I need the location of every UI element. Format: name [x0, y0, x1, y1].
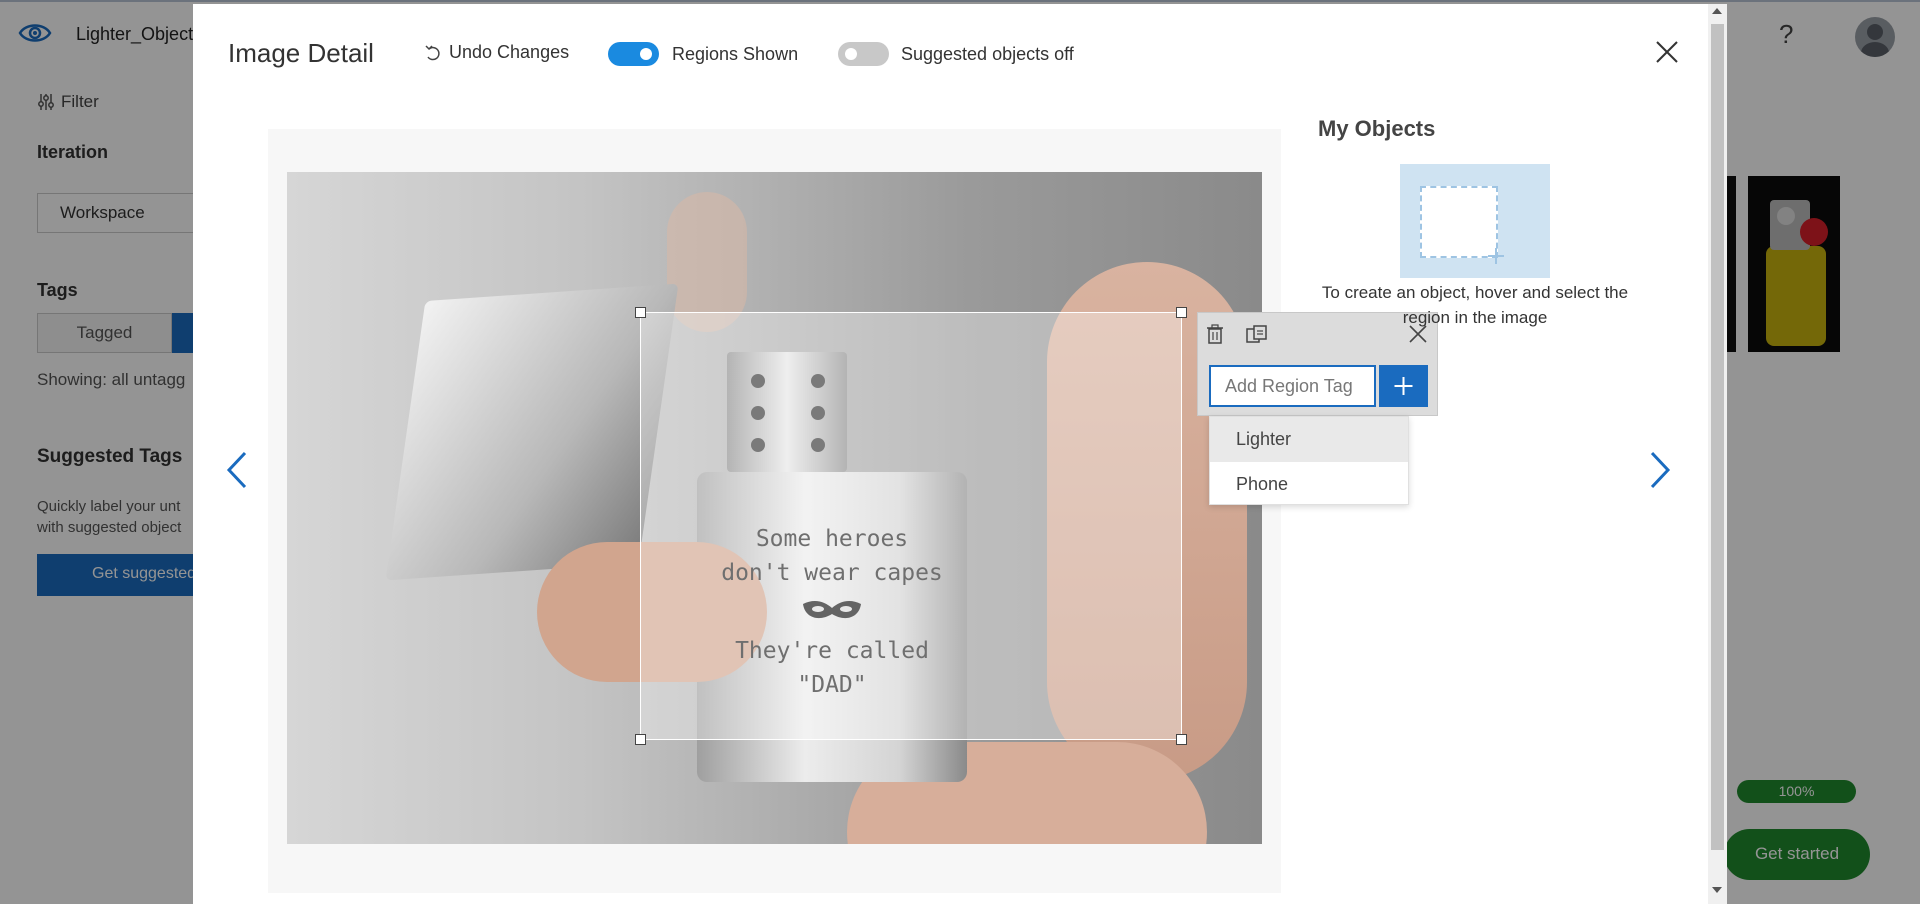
resize-handle-top-left[interactable] — [635, 307, 646, 318]
add-region-tag-input[interactable] — [1209, 365, 1376, 407]
delete-icon[interactable] — [1206, 324, 1224, 344]
tag-option-lighter[interactable]: Lighter — [1210, 417, 1408, 462]
suggested-objects-label: Suggested objects off — [901, 44, 1074, 64]
resize-handle-bottom-left[interactable] — [635, 734, 646, 745]
image-lighter-lid — [385, 283, 679, 581]
undo-label: Undo Changes — [449, 42, 570, 62]
image-detail-dialog: Image Detail Undo Changes Regions Shown … — [193, 4, 1727, 904]
plus-icon — [1394, 377, 1413, 395]
undo-icon — [425, 44, 440, 60]
regions-shown-label: Regions Shown — [672, 44, 799, 64]
chevron-right-icon[interactable] — [1646, 450, 1674, 490]
create-object-placeholder — [1400, 164, 1550, 278]
add-tag-button[interactable] — [1379, 365, 1428, 407]
suggested-objects-toggle[interactable] — [838, 42, 889, 66]
resize-handle-top-right[interactable] — [1176, 307, 1187, 318]
regions-shown-toggle[interactable] — [608, 42, 659, 66]
my-objects-title: My Objects — [1318, 116, 1436, 141]
image-background-blur — [667, 192, 747, 332]
dialog-scrollbar[interactable] — [1708, 4, 1727, 904]
toggle-knob — [640, 48, 652, 60]
dialog-title: Image Detail — [228, 38, 374, 68]
selected-region[interactable] — [635, 307, 1187, 745]
tag-option-phone[interactable]: Phone — [1210, 462, 1408, 507]
chevron-left-icon[interactable] — [223, 450, 251, 490]
create-object-hint: To create an object, hover and select th… — [1321, 283, 1629, 327]
undo-changes-button[interactable]: Undo Changes — [425, 42, 569, 63]
scroll-down-arrow[interactable] — [1712, 887, 1722, 893]
plus-icon — [1488, 248, 1504, 264]
toggle-knob — [845, 48, 857, 60]
close-icon[interactable] — [1655, 40, 1679, 64]
scrollbar-thumb[interactable] — [1711, 24, 1724, 850]
tag-suggestions-dropdown: Lighter Phone — [1209, 416, 1409, 505]
dashed-region-graphic — [1420, 186, 1498, 258]
resize-handle-bottom-right[interactable] — [1176, 734, 1187, 745]
copy-icon[interactable] — [1246, 324, 1268, 344]
scroll-up-arrow[interactable] — [1712, 8, 1722, 14]
